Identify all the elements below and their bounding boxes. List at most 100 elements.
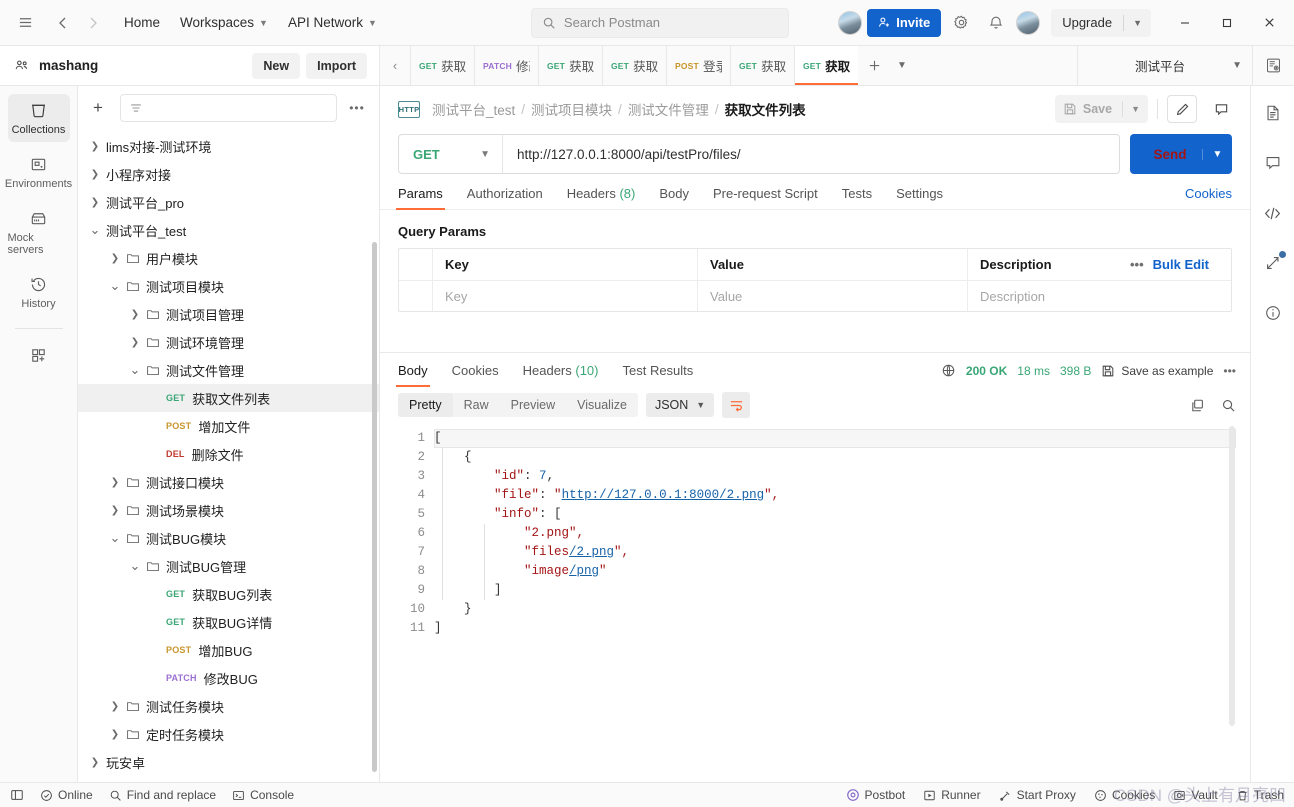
tree-request-item[interactable]: GET 获取BUG列表 <box>78 580 379 608</box>
request-tab-authorization[interactable]: Authorization <box>467 186 543 209</box>
table-more-icon[interactable]: ••• <box>1130 257 1144 272</box>
runner-button[interactable]: Runner <box>923 788 981 802</box>
copy-icon[interactable] <box>1190 398 1205 413</box>
info-icon[interactable] <box>1258 300 1288 326</box>
response-body-code[interactable]: 1 2 3 4 5 6 7 8 9 10 11 [ { "id": 7, "file": "http… <box>398 424 1236 782</box>
request-tab[interactable]: GET获取项 <box>602 46 666 85</box>
chevron-down-icon[interactable]: ▼ <box>1124 18 1151 28</box>
start-proxy-button[interactable]: Start Proxy <box>999 788 1076 802</box>
postbot-button[interactable]: Postbot <box>846 788 905 802</box>
network-globe-icon[interactable] <box>941 363 956 378</box>
tree-collection-item[interactable]: ❯ 小程序对接 <box>78 160 379 188</box>
tree-folder-item[interactable]: ❯ 测试环境管理 <box>78 328 379 356</box>
response-view-raw[interactable]: Raw <box>453 393 500 417</box>
tree-twisty-icon[interactable]: ⌄ <box>104 531 126 544</box>
comments-button[interactable] <box>1206 95 1236 123</box>
tree-twisty-icon[interactable]: ❯ <box>104 253 126 264</box>
code-content[interactable]: [ { "id": 7, "file": "http://127.0.0.1:8… <box>434 424 1236 782</box>
response-tab-headers[interactable]: Headers (10) <box>523 363 599 386</box>
tree-request-item[interactable]: POST 增加BUG <box>78 636 379 664</box>
forward-arrow-icon[interactable] <box>78 8 108 38</box>
tree-folder-item[interactable]: ❯ 定时任务模块 <box>78 720 379 748</box>
search-input[interactable]: Search Postman <box>530 7 789 38</box>
tree-folder-item[interactable]: ⌄ 测试文件管理 <box>78 356 379 384</box>
comments-icon[interactable] <box>1258 150 1288 176</box>
search-icon[interactable] <box>1221 398 1236 413</box>
chevron-down-icon[interactable]: ▼ <box>1123 104 1148 114</box>
request-tab[interactable]: PATCH修改 <box>474 46 538 85</box>
request-tab-pre-request-script[interactable]: Pre-request Script <box>713 186 818 209</box>
environment-quick-look-icon[interactable] <box>1252 46 1294 85</box>
tree-collection-item[interactable]: ❯ lims对接-测试环境 <box>78 132 379 160</box>
documentation-icon[interactable] <box>1258 100 1288 126</box>
code-icon[interactable] <box>1258 200 1288 226</box>
response-more-icon[interactable]: ••• <box>1223 364 1236 378</box>
workspaces-menu[interactable]: Workspaces ▼ <box>170 8 278 38</box>
minimize-button[interactable] <box>1164 1 1206 45</box>
url-input[interactable]: http://127.0.0.1:8000/api/testPro/files/ <box>503 147 1119 162</box>
response-tab-body[interactable]: Body <box>396 363 430 387</box>
sidebar-item-history[interactable]: History <box>8 268 70 316</box>
save-button[interactable]: Save ▼ <box>1054 95 1148 123</box>
tree-request-item[interactable]: GET 获取文件列表 <box>78 384 379 412</box>
tree-twisty-icon[interactable]: ❯ <box>84 169 106 180</box>
tree-folder-item[interactable]: ❯ 测试任务模块 <box>78 692 379 720</box>
user-avatar[interactable] <box>1016 10 1041 35</box>
response-tab-cookies[interactable]: Cookies <box>452 363 499 386</box>
wrap-lines-button[interactable] <box>722 392 751 418</box>
tree-twisty-icon[interactable]: ⌄ <box>124 363 146 376</box>
code-token[interactable]: http://127.0.0.1:8000/2.png <box>562 488 765 502</box>
tree-request-item[interactable]: GET 获取BUG详情 <box>78 608 379 636</box>
request-tab-headers[interactable]: Headers (8) <box>567 186 636 209</box>
tree-folder-item[interactable]: ❯ 测试场景模块 <box>78 496 379 524</box>
code-token[interactable]: /png <box>569 564 599 578</box>
import-button[interactable]: Import <box>306 52 367 79</box>
request-tab[interactable]: GET获取文 <box>794 46 858 85</box>
tree-collection-item[interactable]: ⌄ 测试平台_test <box>78 216 379 244</box>
tree-twisty-icon[interactable]: ❯ <box>104 477 126 488</box>
tree-twisty-icon[interactable]: ⌄ <box>84 223 106 236</box>
request-tab[interactable]: POST登录 <box>666 46 730 85</box>
request-tab-tests[interactable]: Tests <box>842 186 872 209</box>
tree-folder-item[interactable]: ❯ 测试项目管理 <box>78 300 379 328</box>
code-scrollbar[interactable] <box>1229 426 1235 726</box>
close-button[interactable] <box>1248 1 1290 45</box>
cookies-link[interactable]: Cookies <box>1185 186 1232 209</box>
collections-filter-input[interactable] <box>120 94 337 122</box>
console-button[interactable]: Console <box>232 788 294 802</box>
row-checkbox-cell[interactable] <box>399 281 433 311</box>
table-row[interactable]: Key Value Description <box>399 280 1231 311</box>
response-view-visualize[interactable]: Visualize <box>566 393 638 417</box>
response-tab-test-results[interactable]: Test Results <box>622 363 693 386</box>
maximize-button[interactable] <box>1206 1 1248 45</box>
edit-pencil-button[interactable] <box>1167 95 1197 123</box>
api-network-menu[interactable]: API Network ▼ <box>278 8 387 38</box>
tree-folder-item[interactable]: ⌄ 测试项目模块 <box>78 272 379 300</box>
find-and-replace-button[interactable]: Find and replace <box>109 788 216 802</box>
breadcrumb-item[interactable]: 测试平台_test <box>432 99 515 119</box>
notifications-bell-icon[interactable] <box>981 8 1011 38</box>
tree-request-item[interactable]: PATCH 修改BUG <box>78 664 379 692</box>
tree-request-item[interactable]: POST 增加文件 <box>78 412 379 440</box>
request-tab[interactable]: GET获取文 <box>730 46 794 85</box>
sidebar-item-collections[interactable]: Collections <box>7 94 70 142</box>
method-selector[interactable]: GET ▼ <box>399 135 503 173</box>
back-arrow-icon[interactable] <box>48 8 78 38</box>
tree-twisty-icon[interactable]: ❯ <box>104 701 126 712</box>
tree-folder-item[interactable]: ⌄ 测试BUG模块 <box>78 524 379 552</box>
tree-twisty-icon[interactable]: ❯ <box>104 729 126 740</box>
collections-more-icon[interactable]: ••• <box>345 101 369 115</box>
send-button[interactable]: Send ▼ <box>1130 134 1232 174</box>
code-token[interactable]: /2.png <box>569 545 614 559</box>
environment-selector[interactable]: 测试平台 ▼ <box>1077 46 1252 85</box>
hamburger-menu-icon[interactable] <box>10 8 40 38</box>
request-tab[interactable]: GET获取B <box>538 46 602 85</box>
tree-twisty-icon[interactable]: ❯ <box>84 141 106 152</box>
tabs-scroll-left-icon[interactable]: ‹ <box>380 46 410 85</box>
tree-folder-item[interactable]: ⌄ 测试BUG管理 <box>78 552 379 580</box>
tree-twisty-icon[interactable]: ⌄ <box>124 559 146 572</box>
save-as-example-button[interactable]: Save as example <box>1101 364 1213 378</box>
breadcrumb-item[interactable]: 测试文件管理 <box>628 99 709 119</box>
tree-twisty-icon[interactable]: ⌄ <box>104 279 126 292</box>
trash-button[interactable]: Trash <box>1236 788 1284 802</box>
